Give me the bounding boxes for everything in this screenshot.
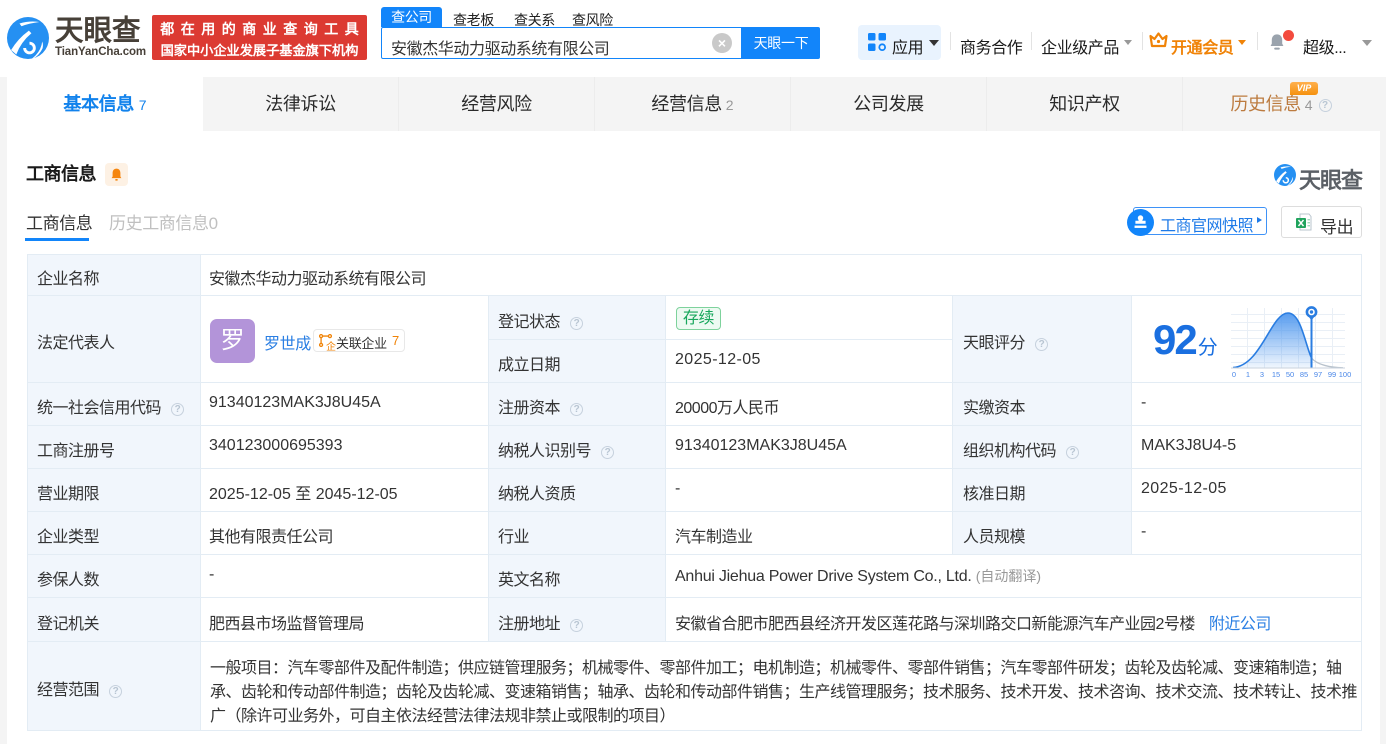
svg-text:15: 15: [1272, 370, 1280, 378]
svg-text:85: 85: [1300, 370, 1308, 378]
svg-text:0: 0: [1232, 370, 1236, 378]
svg-text:3: 3: [1260, 370, 1264, 378]
svg-text:1: 1: [1246, 370, 1250, 378]
svg-text:97: 97: [1314, 370, 1322, 378]
svg-text:50: 50: [1286, 370, 1294, 378]
svg-text:99: 99: [1328, 370, 1336, 378]
svg-text:100: 100: [1339, 370, 1352, 378]
